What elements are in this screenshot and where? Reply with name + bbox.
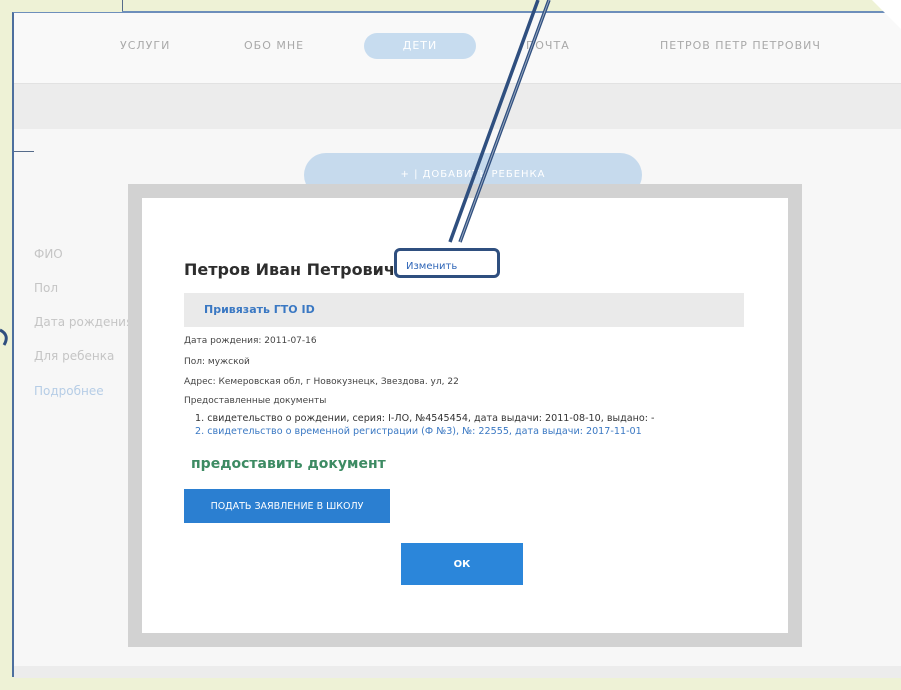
sub-header xyxy=(14,84,901,129)
label-gender: Пол xyxy=(34,281,59,295)
label-for-child: Для ребенка xyxy=(34,349,115,363)
documents-title: Предоставленные документы xyxy=(184,396,327,406)
document-item-link[interactable]: 2. свидетельство о временной регистрации… xyxy=(195,426,642,437)
birth-date-text: Дата рождения: 2011-07-16 xyxy=(184,336,317,346)
nav-item-children[interactable]: ДЕТИ xyxy=(364,33,476,59)
slide-frame-line xyxy=(14,151,34,152)
more-link[interactable]: Подробнее xyxy=(34,384,104,398)
nav-item-mail[interactable]: ПОЧТА xyxy=(526,33,570,59)
label-fio: ФИО xyxy=(34,247,63,261)
child-details-modal: Петров Иван Петрович Изменить Привязать … xyxy=(128,184,802,647)
gto-id-bar: Привязать ГТО ID xyxy=(184,293,744,327)
gender-text: Пол: мужской xyxy=(184,357,250,367)
footer-band xyxy=(14,666,901,678)
provide-document-link[interactable]: предоставить документ xyxy=(191,456,386,472)
nav-item-user-profile[interactable]: ПЕТРОВ ПЕТР ПЕТРОВИЧ xyxy=(660,33,821,59)
link-gto-id[interactable]: Привязать ГТО ID xyxy=(204,303,315,316)
nav-item-about[interactable]: ОБО МНЕ xyxy=(244,33,304,59)
ok-button[interactable]: ОК xyxy=(401,543,523,585)
apply-to-school-button[interactable]: ПОДАТЬ ЗАЯВЛЕНИЕ В ШКОЛУ xyxy=(184,489,390,523)
child-name: Петров Иван Петрович xyxy=(184,260,395,279)
top-navigation: УСЛУГИ ОБО МНЕ ДЕТИ ПОЧТА ПЕТРОВ ПЕТР ПЕ… xyxy=(14,13,901,84)
edit-link[interactable]: Изменить xyxy=(406,261,457,272)
modal-body: Петров Иван Петрович Изменить Привязать … xyxy=(142,198,788,633)
document-item: 1. свидетельство о рождении, серия: I-ЛО… xyxy=(195,413,655,424)
label-birth-date: Дата рождения xyxy=(34,315,134,329)
address-text: Адрес: Кемеровская обл, г Новокузнецк, З… xyxy=(184,377,459,387)
nav-item-services[interactable]: УСЛУГИ xyxy=(120,33,170,59)
